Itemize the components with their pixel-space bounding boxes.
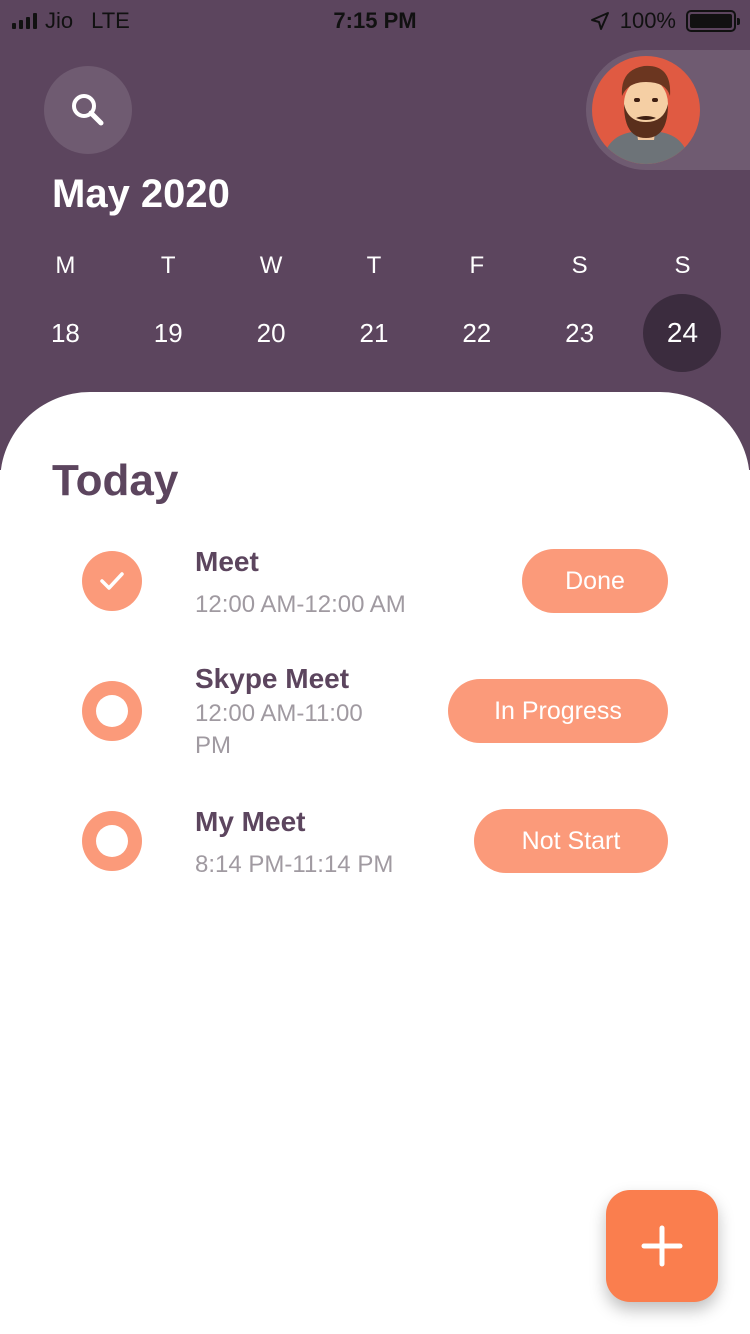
date-label: 19 xyxy=(153,317,183,348)
status-pill[interactable]: In Progress xyxy=(448,679,668,743)
date-label: 18 xyxy=(50,317,80,348)
date-cell[interactable]: 22 xyxy=(425,294,528,372)
weekday-label: F xyxy=(469,252,485,279)
plus-icon xyxy=(641,1225,683,1267)
weekday-label: S xyxy=(674,252,691,279)
status-pill[interactable]: Not Start xyxy=(474,809,668,873)
date-cell[interactable]: 23 xyxy=(528,294,631,372)
date-label: 22 xyxy=(462,317,492,348)
checkmark-icon xyxy=(100,572,124,590)
task-time: 8:14 PM-11:14 PM xyxy=(195,851,394,878)
task-checkbox[interactable] xyxy=(82,811,142,871)
date-cell-selected[interactable]: 24 xyxy=(631,294,734,372)
task-checkbox-checked[interactable] xyxy=(82,551,142,611)
weekday-label: W xyxy=(259,252,283,279)
status-pill[interactable]: Done xyxy=(522,549,668,613)
month-title: May 2020 xyxy=(52,172,230,216)
search-icon xyxy=(72,94,104,126)
status-right: 100% xyxy=(590,8,740,34)
task-title: Meet xyxy=(195,546,259,577)
date-row: 18 19 20 21 22 23 24 xyxy=(14,294,734,372)
date-label: 23 xyxy=(565,317,595,348)
date-cell[interactable]: 20 xyxy=(220,294,323,372)
avatar xyxy=(592,56,700,164)
battery-icon xyxy=(686,10,740,32)
location-arrow-icon xyxy=(590,12,609,30)
task-title: Skype Meet xyxy=(195,663,350,694)
date-label: 20 xyxy=(256,317,286,348)
task-time: 12:00 AM-11:00 xyxy=(195,700,363,727)
task-time-continued: PM xyxy=(195,732,231,759)
add-task-button[interactable] xyxy=(606,1190,718,1302)
date-cell[interactable]: 21 xyxy=(323,294,426,372)
profile-button[interactable] xyxy=(586,50,750,170)
weekday-label: T xyxy=(160,252,176,279)
selected-date-label: 24 xyxy=(643,294,722,372)
weekday-label: M xyxy=(55,252,76,279)
task-time: 12:00 AM-12:00 AM xyxy=(195,591,406,618)
date-cell[interactable]: 19 xyxy=(117,294,220,372)
task-title: My Meet xyxy=(195,806,306,837)
today-title: Today xyxy=(52,456,179,505)
battery-percent: 100% xyxy=(619,8,676,33)
task-checkbox[interactable] xyxy=(82,681,142,741)
search-button[interactable] xyxy=(44,66,132,154)
date-label: 21 xyxy=(359,317,389,348)
weekday-label: T xyxy=(366,252,382,279)
weekday-row: M T W T F S S xyxy=(14,252,734,280)
weekday-label: S xyxy=(571,252,588,279)
date-cell[interactable]: 18 xyxy=(14,294,117,372)
status-bar: Jio LTE 7:15 PM 100% xyxy=(0,0,750,40)
